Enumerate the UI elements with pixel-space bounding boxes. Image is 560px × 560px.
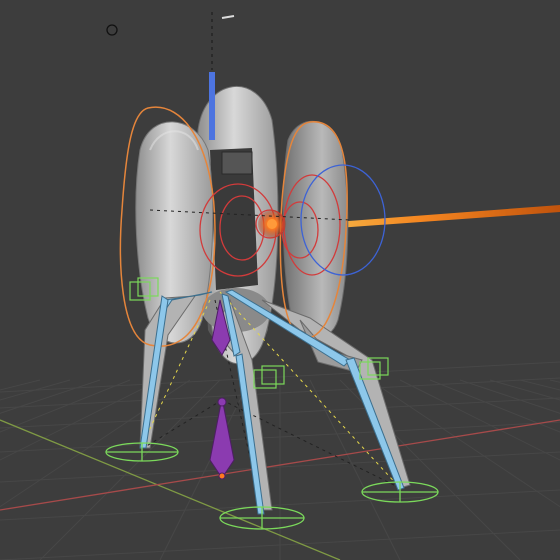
root-bone-tail[interactable]: [218, 472, 226, 480]
ik-foot-left[interactable]: [105, 442, 179, 462]
root-bone-lower[interactable]: [209, 397, 235, 479]
scene-gizmos: [106, 12, 235, 70]
grid-line: [399, 379, 560, 461]
grid-line: [0, 379, 191, 508]
turret-eye-core: [267, 219, 277, 229]
3d-viewport[interactable]: [0, 0, 560, 560]
turret-right-panel: [282, 120, 349, 340]
viewport-scene[interactable]: [0, 0, 560, 560]
ik-foot-right[interactable]: [361, 481, 439, 503]
camera-top-icon[interactable]: [221, 15, 235, 19]
ik-foot-center[interactable]: [219, 506, 305, 530]
turret-label-plate: [221, 151, 253, 175]
grid-line: [549, 379, 560, 383]
root-bone-head[interactable]: [217, 397, 227, 407]
floor-grid: [0, 361, 560, 560]
circle-outline-icon[interactable]: [106, 24, 118, 36]
grid-line: [39, 379, 221, 560]
